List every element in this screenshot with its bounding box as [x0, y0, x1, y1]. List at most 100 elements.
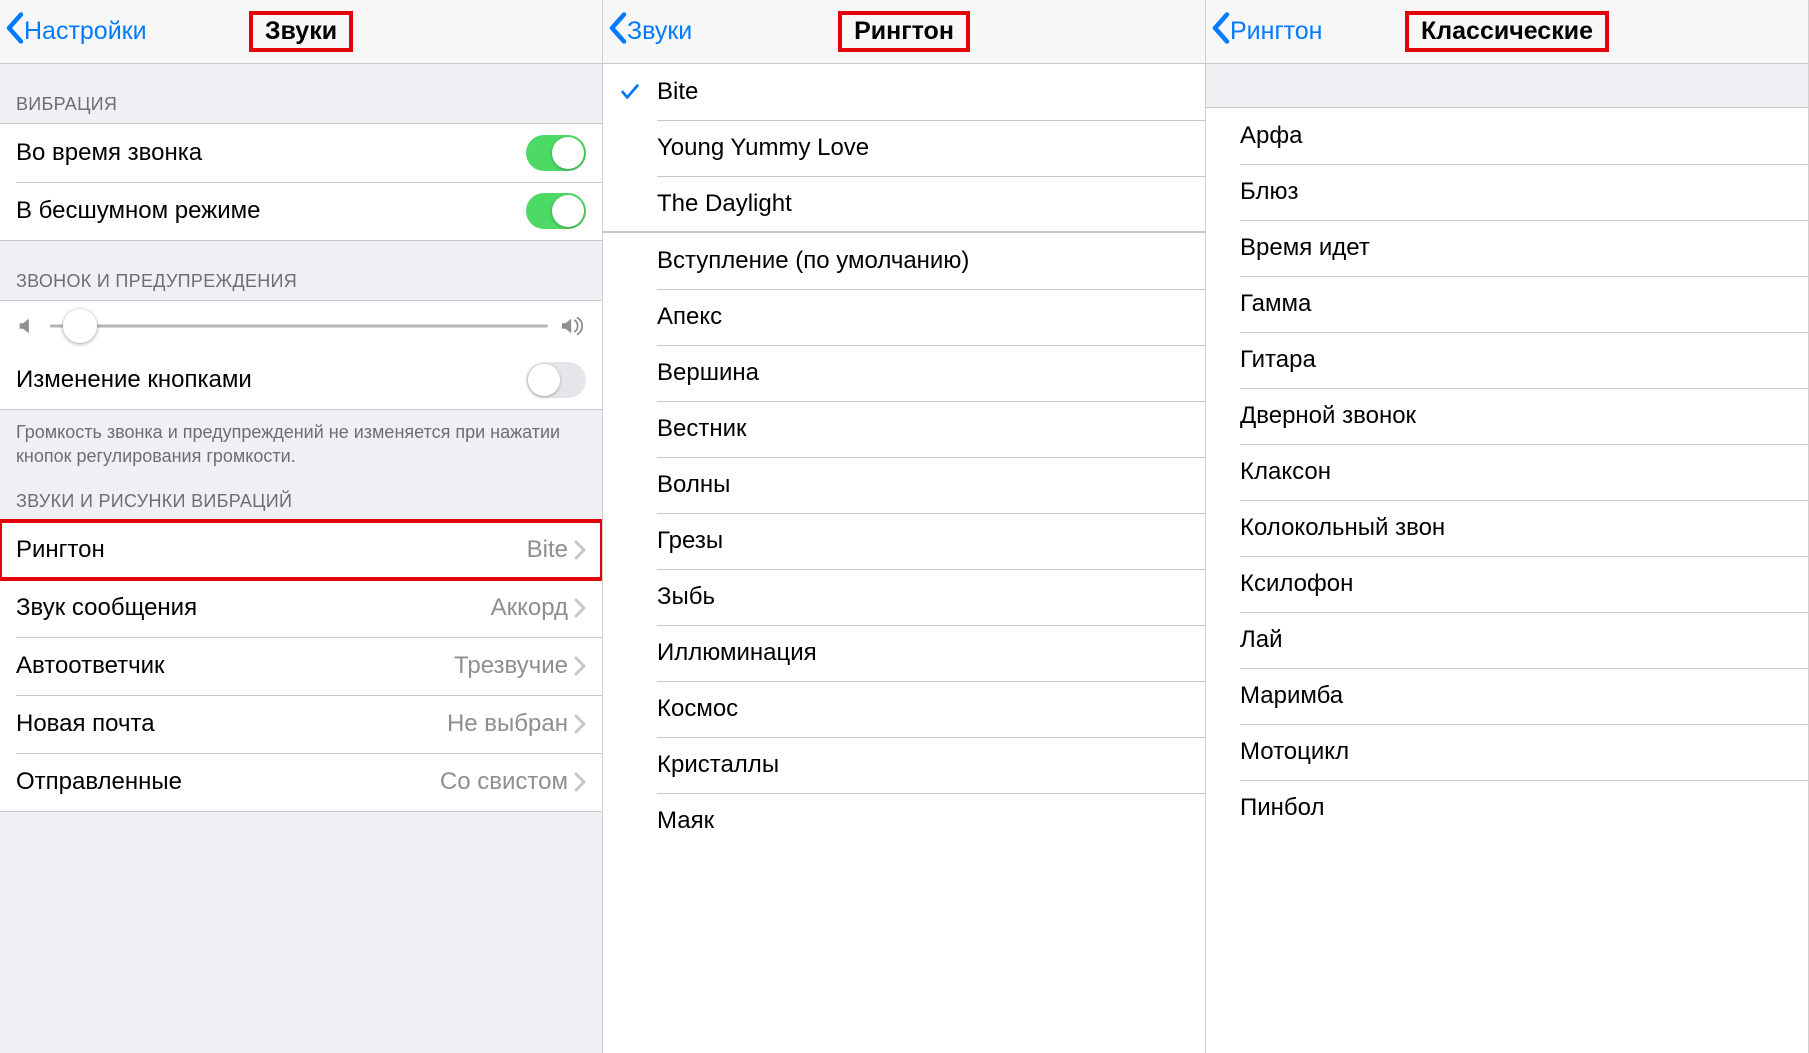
ringtone-item-label: Young Yummy Love: [657, 134, 869, 162]
chevron-left-icon: [1212, 12, 1230, 51]
ringtone-item-label: Иллюминация: [657, 639, 817, 667]
ringtone-item-label: Вступление (по умолчанию): [657, 247, 969, 275]
label: Рингтон: [16, 536, 527, 564]
ringtone-item-label: Вестник: [657, 415, 747, 443]
ringtone-item[interactable]: Кристаллы: [603, 737, 1205, 793]
label: В бесшумном режиме: [16, 197, 526, 225]
classic-item-label: Ксилофон: [1240, 570, 1353, 598]
row-vibrate-on-ring[interactable]: Во время звонка: [0, 124, 602, 182]
classic-item-label: Клаксон: [1240, 458, 1331, 486]
nav-title: Звуки: [249, 11, 353, 52]
classic-item[interactable]: Лай: [1206, 612, 1808, 668]
panel-sounds: Настройки Звуки ВИБРАЦИЯ Во время звонка…: [0, 0, 603, 1053]
chevron-left-icon: [6, 12, 24, 51]
ringtone-item[interactable]: Маяк: [603, 793, 1205, 849]
row-vibrate-on-silent[interactable]: В бесшумном режиме: [0, 182, 602, 240]
footer-change-with-buttons: Громкость звонка и предупреждений не изм…: [0, 410, 602, 477]
classic-item[interactable]: Ксилофон: [1206, 556, 1808, 612]
row-change-with-buttons[interactable]: Изменение кнопками: [0, 351, 602, 409]
ringtone-item-label: The Daylight: [657, 190, 792, 218]
label: Автоответчик: [16, 652, 454, 680]
classic-item[interactable]: Гамма: [1206, 276, 1808, 332]
toggle-vibrate-on-silent[interactable]: [526, 193, 586, 229]
value: Со свистом: [440, 768, 568, 796]
classic-item-label: Арфа: [1240, 122, 1302, 150]
ringtone-item[interactable]: Апекс: [603, 289, 1205, 345]
ringtone-item-label: Зыбь: [657, 583, 715, 611]
ringtone-item[interactable]: Иллюминация: [603, 625, 1205, 681]
ringtone-item-label: Грезы: [657, 527, 723, 555]
ringtone-item[interactable]: Космос: [603, 681, 1205, 737]
nav-title-wrap: Рингтон: [603, 11, 1205, 52]
classic-item[interactable]: Блюз: [1206, 164, 1808, 220]
back-label: Звуки: [627, 17, 692, 46]
volume-high-icon: [560, 315, 586, 337]
classic-item-label: Гитара: [1240, 346, 1316, 374]
label: Новая почта: [16, 710, 447, 738]
row-text-tone[interactable]: Звук сообщения Аккорд: [0, 579, 602, 637]
label: Во время звонка: [16, 139, 526, 167]
chevron-right-icon: [574, 656, 586, 676]
row-voicemail[interactable]: Автоответчик Трезвучие: [0, 637, 602, 695]
toggle-change-with-buttons[interactable]: [526, 362, 586, 398]
toggle-vibrate-on-ring[interactable]: [526, 135, 586, 171]
classic-item-label: Маримба: [1240, 682, 1343, 710]
ringtone-item[interactable]: Вестник: [603, 401, 1205, 457]
ringtone-list: Bite Young Yummy Love The Daylight Вступле…: [603, 64, 1205, 1053]
value: Bite: [527, 536, 568, 564]
classic-item-label: Гамма: [1240, 290, 1311, 318]
back-button[interactable]: Настройки: [0, 0, 147, 63]
classic-list: Арфа Блюз Время идет Гамма Гитара Дверной зво…: [1206, 108, 1808, 1053]
classic-item[interactable]: Время идет: [1206, 220, 1808, 276]
row-volume-slider[interactable]: [0, 301, 602, 351]
ringtone-item[interactable]: The Daylight: [603, 176, 1205, 232]
classic-item[interactable]: Пинбол: [1206, 780, 1808, 836]
ringtone-item-label: Кристаллы: [657, 751, 779, 779]
ringtone-item[interactable]: Зыбь: [603, 569, 1205, 625]
classic-item-label: Дверной звонок: [1240, 402, 1416, 430]
ringtone-item[interactable]: Грезы: [603, 513, 1205, 569]
list-top-spacer: [1206, 64, 1808, 108]
back-button[interactable]: Рингтон: [1206, 0, 1322, 63]
panel-ringtone: Звуки Рингтон Bite Young Yummy Love The Da…: [603, 0, 1206, 1053]
row-new-mail[interactable]: Новая почта Не выбран: [0, 695, 602, 753]
ringtone-item[interactable]: Bite: [603, 64, 1205, 120]
classic-item-label: Пинбол: [1240, 794, 1324, 822]
row-ringtone[interactable]: Рингтон Bite: [0, 521, 602, 579]
ringtone-item-label: Вершина: [657, 359, 759, 387]
ringtone-item[interactable]: Волны: [603, 457, 1205, 513]
back-label: Рингтон: [1230, 17, 1322, 46]
back-label: Настройки: [24, 17, 147, 46]
classic-item[interactable]: Клаксон: [1206, 444, 1808, 500]
panel-classic: Рингтон Классические Арфа Блюз Время идет Г…: [1206, 0, 1809, 1053]
classic-item[interactable]: Мотоцикл: [1206, 724, 1808, 780]
ringtone-item-label: Космос: [657, 695, 738, 723]
nav-title: Рингтон: [838, 11, 970, 52]
slider-thumb[interactable]: [63, 309, 97, 343]
classic-item-label: Мотоцикл: [1240, 738, 1349, 766]
classic-item[interactable]: Колокольный звон: [1206, 500, 1808, 556]
section-header-vibration: ВИБРАЦИЯ: [0, 64, 602, 123]
chevron-right-icon: [574, 540, 586, 560]
classic-item-label: Лай: [1240, 626, 1283, 654]
back-button[interactable]: Звуки: [603, 0, 692, 63]
value: Аккорд: [491, 594, 568, 622]
classic-item[interactable]: Гитара: [1206, 332, 1808, 388]
volume-slider[interactable]: [50, 311, 548, 341]
section-header-ringer: ЗВОНОК И ПРЕДУПРЕЖДЕНИЯ: [0, 241, 602, 300]
classic-item[interactable]: Арфа: [1206, 108, 1808, 164]
classic-item[interactable]: Маримба: [1206, 668, 1808, 724]
chevron-right-icon: [574, 598, 586, 618]
ringtone-item[interactable]: Вступление (по умолчанию): [603, 233, 1205, 289]
classic-item-label: Блюз: [1240, 178, 1299, 206]
navbar: Звуки Рингтон: [603, 0, 1205, 64]
ringtone-item[interactable]: Young Yummy Love: [603, 120, 1205, 176]
ringtone-item-label: Bite: [657, 78, 698, 106]
classic-item[interactable]: Дверной звонок: [1206, 388, 1808, 444]
value: Трезвучие: [454, 652, 568, 680]
ringtone-item[interactable]: Вершина: [603, 345, 1205, 401]
nav-title: Классические: [1405, 11, 1609, 52]
row-sent-mail[interactable]: Отправленные Со свистом: [0, 753, 602, 811]
volume-low-icon: [16, 315, 38, 337]
checkmark-icon: [619, 81, 641, 103]
